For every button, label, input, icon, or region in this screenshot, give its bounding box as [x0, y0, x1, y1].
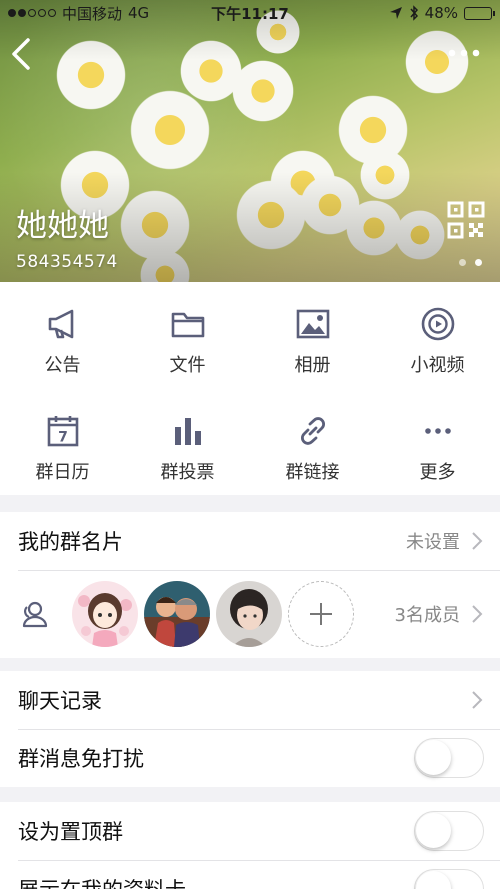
pin-group-row: 设为置顶群 — [0, 802, 500, 860]
members-icon — [22, 601, 48, 628]
chat-history-label: 聊天记录 — [18, 689, 102, 713]
plus-icon — [310, 603, 332, 625]
bar-chart-icon — [174, 418, 201, 445]
grid-item-link[interactable]: 群链接 — [250, 389, 375, 495]
grid-label: 群日历 — [35, 462, 90, 483]
grid-item-video[interactable]: 小视频 — [375, 282, 500, 389]
member-count: 3名成员 — [394, 605, 460, 626]
do-not-disturb-toggle[interactable] — [414, 738, 484, 778]
grid-label: 群投票 — [160, 462, 215, 483]
megaphone-icon — [48, 309, 73, 339]
chevron-right-icon — [472, 532, 483, 550]
bluetooth-icon — [410, 5, 418, 21]
network-type: 4G — [128, 4, 150, 22]
member-avatar[interactable] — [216, 581, 282, 647]
show-on-profile-row: 展示在我的资料卡 — [0, 860, 500, 889]
chat-history-row[interactable]: 聊天记录 — [0, 671, 500, 729]
show-on-profile-toggle[interactable] — [414, 869, 484, 889]
folder-icon — [171, 312, 204, 338]
grid-item-files[interactable]: 文件 — [125, 282, 250, 389]
signal-strength-icon — [8, 9, 56, 17]
grid-item-calendar[interactable]: 7 群日历 — [0, 389, 125, 495]
member-avatar[interactable] — [72, 581, 138, 647]
daisy-flower — [232, 60, 294, 122]
pin-group-toggle[interactable] — [414, 811, 484, 851]
more-icon — [424, 428, 451, 434]
back-button[interactable] — [8, 36, 38, 72]
group-cover-image[interactable]: 中国移动 4G 下午11:17 48% 她她她 584354574 — [0, 0, 500, 282]
group-card-section: 我的群名片 未设置 3名成员 — [0, 512, 500, 658]
grid-item-album[interactable]: 相册 — [250, 282, 375, 389]
page-dot — [459, 259, 466, 266]
grid-label: 更多 — [419, 462, 456, 483]
page-indicator — [459, 259, 482, 266]
page-dot-active — [475, 259, 482, 266]
battery-percentage: 48% — [424, 4, 458, 22]
my-group-card-title: 我的群名片 — [18, 530, 123, 554]
calendar-day: 7 — [58, 430, 68, 446]
group-id: 584354574 — [16, 252, 118, 272]
battery-icon — [464, 6, 495, 20]
add-member-button[interactable] — [288, 581, 354, 647]
my-group-card-row[interactable]: 我的群名片 未设置 — [0, 512, 500, 570]
group-name: 她她她 — [16, 208, 109, 244]
my-group-card-value: 未设置 — [406, 532, 460, 553]
pin-group-label: 设为置顶群 — [18, 820, 123, 844]
grid-label: 群链接 — [285, 462, 340, 483]
grid-label: 文件 — [169, 355, 206, 376]
do-not-disturb-label: 群消息免打扰 — [18, 747, 144, 771]
member-avatar[interactable] — [144, 581, 210, 647]
qr-code-button[interactable] — [446, 200, 486, 240]
status-bar: 中国移动 4G 下午11:17 48% — [0, 0, 500, 26]
display-settings-section: 设为置顶群 展示在我的资料卡 — [0, 802, 500, 889]
do-not-disturb-row: 群消息免打扰 — [0, 729, 500, 787]
location-arrow-icon — [389, 7, 402, 19]
grid-label: 公告 — [44, 355, 81, 376]
chevron-right-icon — [472, 605, 483, 623]
grid-item-announcement[interactable]: 公告 — [0, 282, 125, 389]
link-icon — [300, 417, 325, 445]
calendar-icon: 7 — [47, 416, 78, 447]
more-options-button[interactable] — [444, 40, 484, 66]
chevron-right-icon — [472, 691, 483, 709]
grid-label: 相册 — [294, 355, 331, 376]
chat-settings-section: 聊天记录 群消息免打扰 — [0, 671, 500, 787]
grid-item-more[interactable]: 更多 — [375, 389, 500, 495]
daisy-flower — [130, 90, 210, 170]
photo-album-icon — [296, 309, 329, 339]
video-icon — [421, 307, 454, 341]
carrier-name: 中国移动 — [62, 4, 123, 23]
grid-label: 小视频 — [410, 355, 465, 376]
show-on-profile-label: 展示在我的资料卡 — [18, 874, 186, 889]
grid-item-vote[interactable]: 群投票 — [125, 389, 250, 495]
group-members-row[interactable]: 3名成员 — [0, 570, 500, 658]
group-feature-grid: 公告 文件 相册 小视频 7 群日历 群投票 群链接 更多 — [0, 282, 500, 495]
